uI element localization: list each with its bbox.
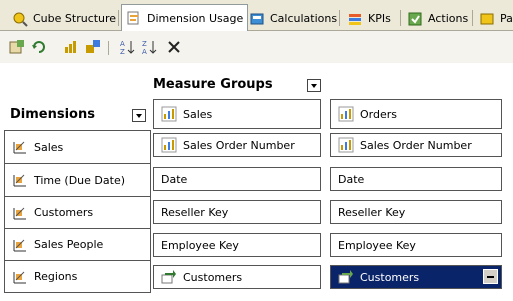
relationship-cell[interactable]: Employee Key <box>153 233 321 257</box>
partitions-icon <box>480 13 494 24</box>
relationship-cell-label: Date <box>338 172 365 186</box>
relationship-cell[interactable]: Customers <box>153 265 321 289</box>
tab-partitions[interactable]: Pa <box>475 8 513 29</box>
relationship-cell-label: Reseller Key <box>338 205 406 219</box>
sort-descending-icon[interactable]: ZA <box>142 39 158 55</box>
cube-dimension-icon <box>13 174 26 187</box>
relationship-cell[interactable]: Sales Order Number <box>153 133 321 157</box>
define-relationship-icon[interactable] <box>85 39 101 55</box>
measure-group-icon <box>338 106 354 122</box>
relationship-cell-label: Reseller Key <box>161 205 229 219</box>
relationship-cell-label: Sales Order Number <box>183 138 295 152</box>
edit-relationship-button[interactable] <box>483 269 498 284</box>
dimension-row-time-due-date[interactable]: Time (Due Date) <box>4 163 151 197</box>
cube-dimension-icon <box>13 239 26 251</box>
kpis-icon <box>349 13 361 25</box>
tab-actions[interactable]: Actions <box>403 8 472 29</box>
sort-ascending-icon[interactable]: AZ <box>120 39 136 55</box>
add-measure-group-icon[interactable] <box>63 39 79 55</box>
dimensions-header: Dimensions <box>10 107 95 122</box>
toolbar: AZ ZA <box>0 31 513 63</box>
measure-group-label: Sales <box>183 107 213 121</box>
cube-dimension-icon <box>13 271 26 283</box>
measure-group-sales[interactable]: Sales <box>153 99 321 129</box>
svg-text:Z: Z <box>120 48 125 55</box>
dimension-label: Sales People <box>34 238 104 251</box>
measure-group-icon <box>161 106 177 122</box>
relationship-cell[interactable]: Reseller Key <box>330 200 502 224</box>
tab-label: Dimension Usage <box>147 11 244 25</box>
designer-tab-bar: Cube Structure Dimension Usage Calculati… <box>0 0 513 31</box>
fact-relationship-icon <box>161 137 177 153</box>
tab-separator <box>400 10 401 26</box>
dimension-row-sales-people[interactable]: Sales People <box>4 228 151 261</box>
dimensions-dropdown[interactable] <box>132 109 146 122</box>
tab-kpis[interactable]: KPIs <box>343 8 395 29</box>
relationship-cell-label: Customers <box>360 270 420 284</box>
relationship-cell-label: Employee Key <box>161 238 239 252</box>
relationship-cell[interactable]: Date <box>330 167 502 191</box>
tab-separator <box>339 10 340 26</box>
dimension-row-regions[interactable]: Regions <box>4 260 151 293</box>
delete-icon[interactable] <box>166 39 182 55</box>
relationship-cell-selected[interactable]: Customers <box>330 265 502 289</box>
dimension-row-sales[interactable]: Sales <box>4 130 151 164</box>
svg-text:A: A <box>120 40 125 48</box>
relationship-cell-label: Date <box>161 172 188 186</box>
relationship-cell-label: Customers <box>183 270 243 284</box>
relationship-cell[interactable]: Date <box>153 167 321 191</box>
add-cube-dimension-icon[interactable] <box>9 39 25 55</box>
dimension-label: Regions <box>34 270 78 283</box>
dimension-label: Customers <box>34 206 94 219</box>
dimension-label: Time (Due Date) <box>34 173 125 187</box>
relationship-cell-label: Sales Order Number <box>360 138 472 152</box>
relationship-cell[interactable]: Sales Order Number <box>330 133 502 157</box>
tab-separator <box>472 10 473 26</box>
tab-label: Calculations <box>270 12 338 25</box>
tab-label: KPIs <box>368 12 391 25</box>
measure-group-orders[interactable]: Orders <box>330 99 502 129</box>
refresh-icon[interactable] <box>31 39 47 55</box>
measure-groups-header: Measure Groups <box>153 77 273 92</box>
tab-label: Actions <box>428 12 469 25</box>
dimension-usage-grid: Measure Groups Dimensions Sales Orders S… <box>0 63 513 301</box>
tab-calculations[interactable]: Calculations <box>245 8 341 29</box>
measure-group-label: Orders <box>360 107 397 121</box>
tab-cube-structure[interactable]: Cube Structure <box>8 8 120 29</box>
dimension-row-customers[interactable]: Customers <box>4 196 151 229</box>
cube-structure-icon <box>13 12 28 27</box>
cube-dimension-icon <box>13 207 26 219</box>
dimension-label: Sales <box>34 140 64 154</box>
calculations-icon <box>250 13 264 24</box>
svg-text:Z: Z <box>142 40 147 48</box>
dimension-usage-icon <box>127 11 139 25</box>
svg-text:A: A <box>142 48 147 55</box>
tab-dimension-usage[interactable]: Dimension Usage <box>121 4 249 31</box>
cube-dimension-icon <box>13 141 26 154</box>
relationship-cell[interactable]: Reseller Key <box>153 200 321 224</box>
referenced-relationship-icon <box>161 270 176 284</box>
tab-label: Pa <box>500 12 513 25</box>
tab-label: Cube Structure <box>33 12 117 25</box>
referenced-relationship-icon <box>338 270 353 284</box>
fact-relationship-icon <box>338 137 354 153</box>
tab-separator <box>118 10 119 26</box>
relationship-cell[interactable]: Employee Key <box>330 233 502 257</box>
measure-groups-dropdown[interactable] <box>307 79 321 92</box>
actions-icon <box>408 12 422 25</box>
relationship-cell-label: Employee Key <box>338 238 416 252</box>
toolbar-separator <box>108 41 109 55</box>
